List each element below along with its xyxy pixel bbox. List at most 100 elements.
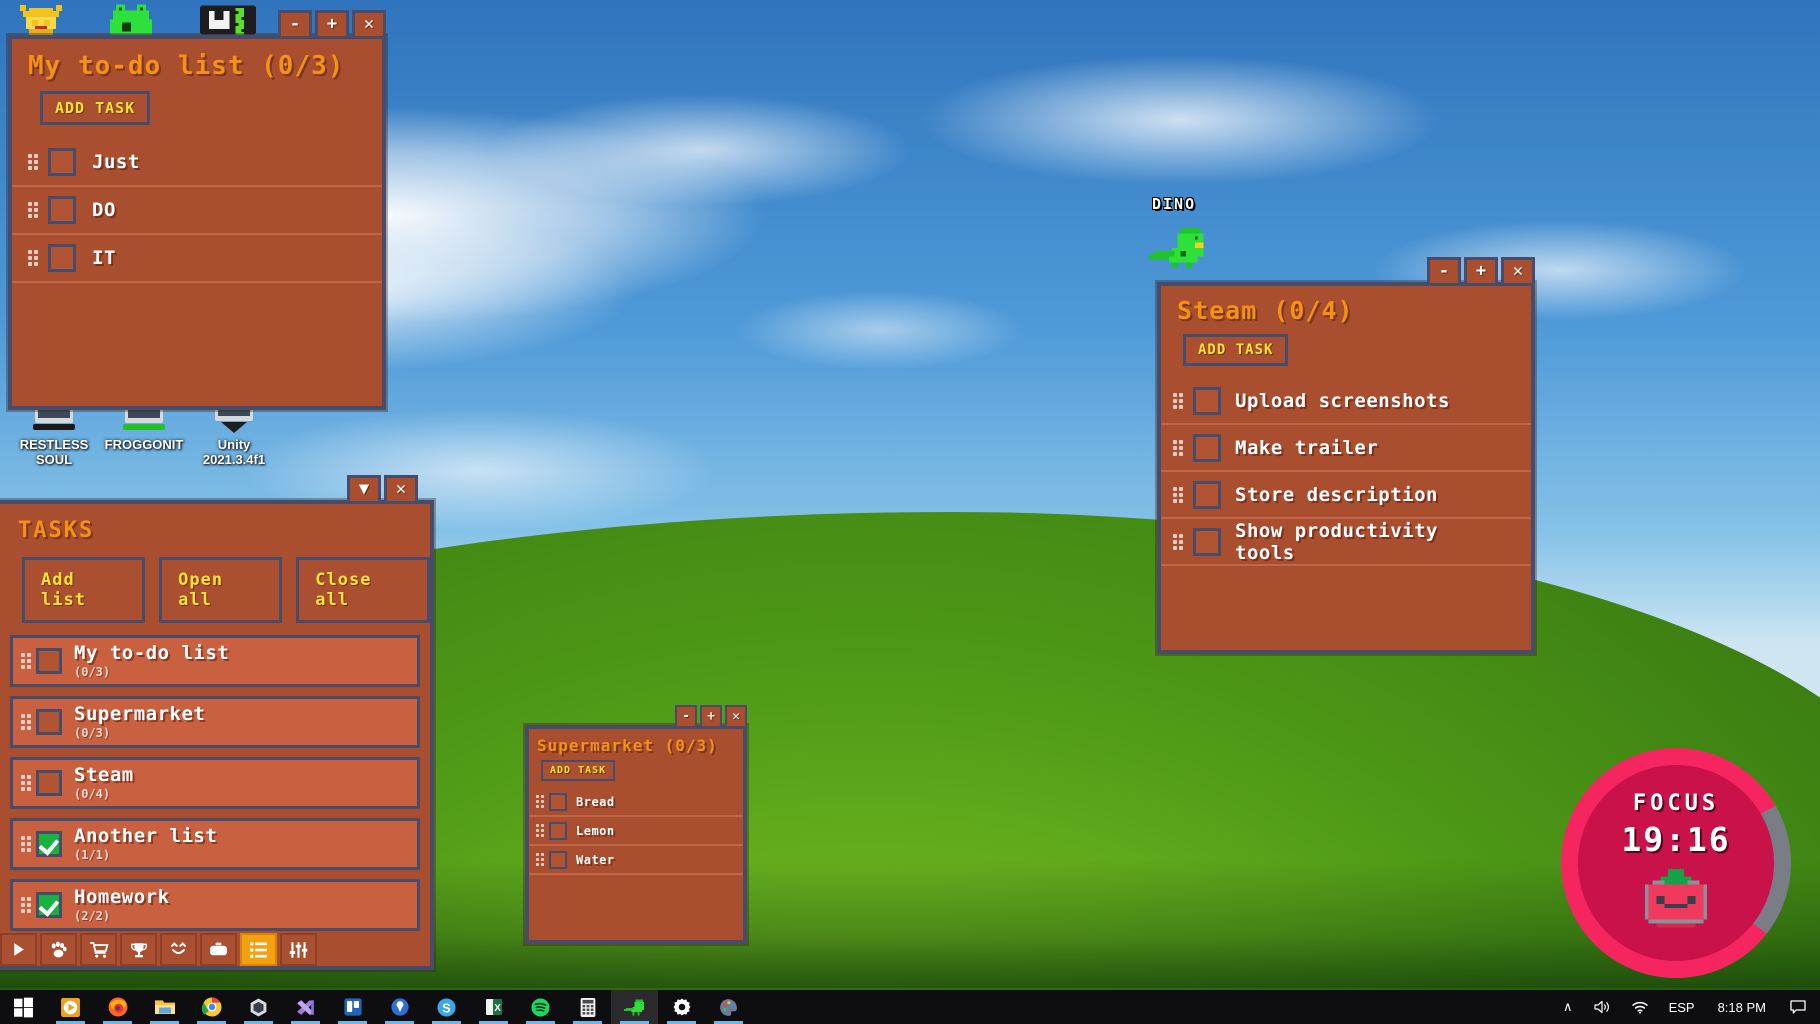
dock-settings-button[interactable] xyxy=(280,933,317,966)
task-checkbox[interactable] xyxy=(549,851,567,869)
task-row[interactable]: Water xyxy=(529,846,743,875)
task-checkbox[interactable] xyxy=(1193,481,1221,509)
dock-tasks-button[interactable] xyxy=(240,933,277,966)
taskbar-media-player[interactable] xyxy=(47,990,94,1024)
task-row[interactable]: DO xyxy=(12,187,382,235)
taskbar-calculator[interactable] xyxy=(564,990,611,1024)
drag-handle-icon[interactable] xyxy=(1173,440,1183,456)
tray-wifi-button[interactable] xyxy=(1622,990,1658,1024)
collapse-button[interactable]: ▼ xyxy=(347,475,381,501)
taskbar-trello[interactable] xyxy=(329,990,376,1024)
task-row[interactable]: Make trailer xyxy=(1161,425,1531,472)
tray-notifications-button[interactable] xyxy=(1780,990,1816,1024)
task-checkbox[interactable] xyxy=(1193,434,1221,462)
task-row[interactable]: Lemon xyxy=(529,817,743,846)
add-task-button[interactable]: ADD TASK xyxy=(541,760,615,781)
drag-handle-icon[interactable] xyxy=(1173,534,1183,550)
drag-handle-icon[interactable] xyxy=(21,897,30,913)
task-row[interactable]: Show productivity tools xyxy=(1161,519,1531,566)
task-checkbox[interactable] xyxy=(48,196,76,224)
add-task-button[interactable]: ADD TASK xyxy=(1183,334,1288,366)
cassette-pet[interactable] xyxy=(200,2,256,38)
drag-handle-icon[interactable] xyxy=(28,202,38,218)
dock-work-button[interactable] xyxy=(200,933,237,966)
drag-handle-icon[interactable] xyxy=(536,824,543,837)
task-checkbox[interactable] xyxy=(48,244,76,272)
taskbar-maps[interactable] xyxy=(376,990,423,1024)
task-row[interactable]: IT xyxy=(12,235,382,283)
dock-achievements-button[interactable] xyxy=(120,933,157,966)
taskbar-excel[interactable]: X xyxy=(470,990,517,1024)
dock-mood-button[interactable] xyxy=(160,933,197,966)
taskbar-dino-app[interactable] xyxy=(611,990,658,1024)
dock-pets-button[interactable] xyxy=(40,933,77,966)
drag-handle-icon[interactable] xyxy=(21,653,30,669)
list-checkbox[interactable] xyxy=(36,831,62,857)
list-item[interactable]: Homework (2/2) xyxy=(10,879,420,931)
taskbar-firefox[interactable] xyxy=(94,990,141,1024)
task-row[interactable]: Just xyxy=(12,139,382,187)
task-checkbox[interactable] xyxy=(549,793,567,811)
drag-handle-icon[interactable] xyxy=(28,250,38,266)
minimize-button[interactable]: - xyxy=(278,10,312,36)
taskbar-paint[interactable] xyxy=(705,990,752,1024)
start-button[interactable] xyxy=(0,990,47,1024)
list-item[interactable]: Steam (0/4) xyxy=(10,757,420,809)
task-checkbox[interactable] xyxy=(48,148,76,176)
tray-clock[interactable]: 8:18 PM xyxy=(1706,990,1778,1024)
drag-handle-icon[interactable] xyxy=(21,714,30,730)
drag-handle-icon[interactable] xyxy=(1173,487,1183,503)
supermarket-list-window[interactable]: - + ✕ Supermarket (0/3) ADD TASK Bread L… xyxy=(525,725,747,944)
drag-handle-icon[interactable] xyxy=(28,154,38,170)
drag-handle-icon[interactable] xyxy=(1173,393,1183,409)
add-task-button[interactable]: ADD TASK xyxy=(40,91,150,125)
list-item[interactable]: Another list (1/1) xyxy=(10,818,420,870)
list-checkbox[interactable] xyxy=(36,709,62,735)
dock-shop-button[interactable] xyxy=(80,933,117,966)
dock-play-button[interactable] xyxy=(0,933,37,966)
todo-list-window[interactable]: - + ✕ My to-do list (0/3) ADD TASK Just … xyxy=(8,35,386,410)
maximize-button[interactable]: + xyxy=(700,705,722,726)
taskbar-chrome[interactable] xyxy=(188,990,235,1024)
minimize-button[interactable]: - xyxy=(1427,257,1461,283)
task-checkbox[interactable] xyxy=(549,822,567,840)
list-item[interactable]: My to-do list (0/3) xyxy=(10,635,420,687)
taskbar-settings[interactable] xyxy=(658,990,705,1024)
list-item[interactable]: Supermarket (0/3) xyxy=(10,696,420,748)
tray-language[interactable]: ESP xyxy=(1660,990,1704,1024)
close-all-button[interactable]: Close all xyxy=(296,557,430,623)
task-checkbox[interactable] xyxy=(1193,387,1221,415)
tray-volume-button[interactable] xyxy=(1584,990,1620,1024)
taskbar-skype[interactable]: S xyxy=(423,990,470,1024)
tray-chevron-up-icon[interactable]: ∧ xyxy=(1554,990,1582,1024)
taskbar-file-explorer[interactable] xyxy=(141,990,188,1024)
drag-handle-icon[interactable] xyxy=(536,853,543,866)
close-button[interactable]: ✕ xyxy=(384,475,418,501)
maximize-button[interactable]: + xyxy=(315,10,349,36)
close-button[interactable]: ✕ xyxy=(725,705,747,726)
steam-list-window[interactable]: - + ✕ Steam (0/4) ADD TASK Upload screen… xyxy=(1157,282,1535,654)
dino-pet[interactable] xyxy=(1148,225,1210,271)
add-list-button[interactable]: Add list xyxy=(22,557,145,623)
list-checkbox[interactable] xyxy=(36,770,62,796)
task-row[interactable]: Upload screenshots xyxy=(1161,378,1531,425)
frog-pet[interactable] xyxy=(107,4,155,38)
maximize-button[interactable]: + xyxy=(1464,257,1498,283)
focus-timer-widget[interactable]: FOCUS 19:16 xyxy=(1561,748,1791,978)
list-checkbox[interactable] xyxy=(36,892,62,918)
close-button[interactable]: ✕ xyxy=(352,10,386,36)
taskbar-unity[interactable] xyxy=(235,990,282,1024)
open-all-button[interactable]: Open all xyxy=(159,557,282,623)
drag-handle-icon[interactable] xyxy=(21,836,30,852)
list-checkbox[interactable] xyxy=(36,648,62,674)
drag-handle-icon[interactable] xyxy=(21,775,30,791)
monster-pet[interactable] xyxy=(14,2,68,38)
task-row[interactable]: Bread xyxy=(529,788,743,817)
taskbar-vscode[interactable] xyxy=(282,990,329,1024)
tasks-manager-window[interactable]: ▼ ✕ TASKS Add list Open all Close all My… xyxy=(0,500,434,970)
drag-handle-icon[interactable] xyxy=(536,795,543,808)
task-checkbox[interactable] xyxy=(1193,528,1221,556)
task-row[interactable]: Store description xyxy=(1161,472,1531,519)
close-button[interactable]: ✕ xyxy=(1501,257,1535,283)
minimize-button[interactable]: - xyxy=(675,705,697,726)
